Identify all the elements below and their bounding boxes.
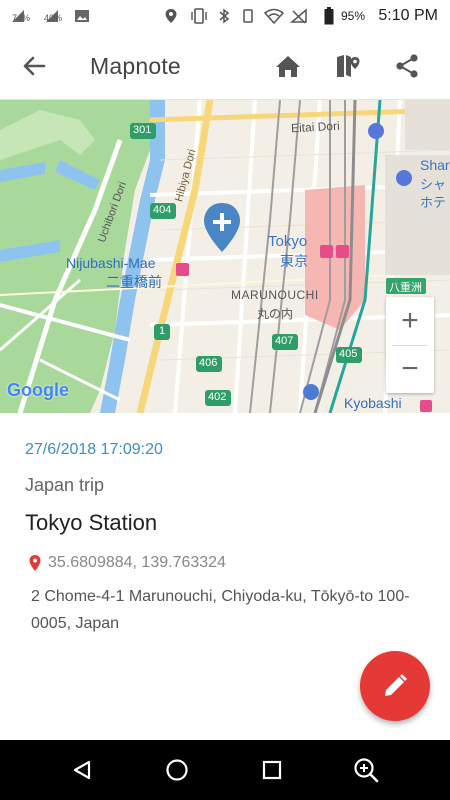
zoom-out-button[interactable]: − [386,345,434,393]
triangle-back-icon [73,760,91,780]
map-label: 二重橋前 [106,274,162,290]
share-icon [396,54,418,78]
page-title: Mapnote [90,52,181,79]
share-button[interactable] [391,50,423,82]
map-label: ホテ [420,195,447,210]
map-label: シャ [420,177,447,192]
google-logo: Google [7,380,69,400]
location-icon [164,0,178,32]
nav-recents-button[interactable] [252,750,292,790]
signal1-text: 74% [12,13,31,23]
zoom-controls: + − [386,297,434,393]
map-label: Tokyo [268,233,308,250]
note-category: Japan trip [25,475,105,495]
vibrate-mode-icon [240,0,256,32]
vibrate-icon [190,0,208,32]
zoom-in-button[interactable]: + [386,297,434,345]
route-shield: 407 [275,335,294,347]
route-shield: 402 [208,391,227,403]
map-label: 東京 [280,253,308,269]
magnifier-icon [354,758,379,783]
map-label: Shar [420,157,450,173]
map-label: 八重洲 [389,282,422,294]
note-coordinates: 35.6809884, 139.763324 [48,554,226,571]
square-recents-icon [262,760,282,780]
circle-home-icon [166,759,188,781]
map-label: Kyobashi [344,395,402,411]
bluetooth-icon [218,0,230,32]
pencil-icon [385,674,407,696]
battery-icon [324,0,334,32]
back-button[interactable] [18,50,50,82]
wifi-icon [264,0,284,32]
note-date: 27/6/2018 17:09:20 [25,441,163,458]
map-view[interactable]: Eitai Dori Shar シャ ホテ Tokyo 東京 Hibiya Do… [0,100,450,413]
status-bar: 74% 40% 95% 5:10 PM [0,0,450,32]
location-pin-icon [29,555,41,571]
note-name: Tokyo Station [25,510,158,535]
home-button[interactable] [272,50,304,82]
route-shield: 406 [199,357,218,369]
route-shield: 1 [159,325,166,337]
home-icon [276,56,300,77]
app-toolbar: Mapnote [0,32,450,100]
system-nav-bar [0,740,450,800]
map-marker-icon [337,55,360,77]
battery-percent: 95% [340,9,365,23]
map-label: 丸の内 [257,307,294,321]
nav-back-button[interactable] [62,750,102,790]
edit-button[interactable] [360,651,430,721]
map-view-button[interactable] [332,50,364,82]
map-label: Nijubashi-Mae [66,255,156,271]
clock: 5:10 PM [378,7,438,24]
map-label: MARUNOUCHI [231,288,319,302]
map-label: Eitai Dori [290,118,341,136]
nav-home-button[interactable] [157,750,197,790]
note-address: 2 Chome-4-1 Marunouchi, Chiyoda-ku, Tōky… [31,588,410,632]
nav-magnify-button[interactable] [346,750,386,790]
signal2-text: 40% [44,13,63,23]
route-shield: 301 [133,124,152,136]
no-sim-icon [290,0,308,32]
arrow-back-icon [23,56,46,76]
route-shield: 405 [339,348,358,360]
route-shield: 404 [153,204,172,216]
coordinates-row: 35.6809884, 139.763324 [28,554,226,572]
image-icon [74,0,90,32]
